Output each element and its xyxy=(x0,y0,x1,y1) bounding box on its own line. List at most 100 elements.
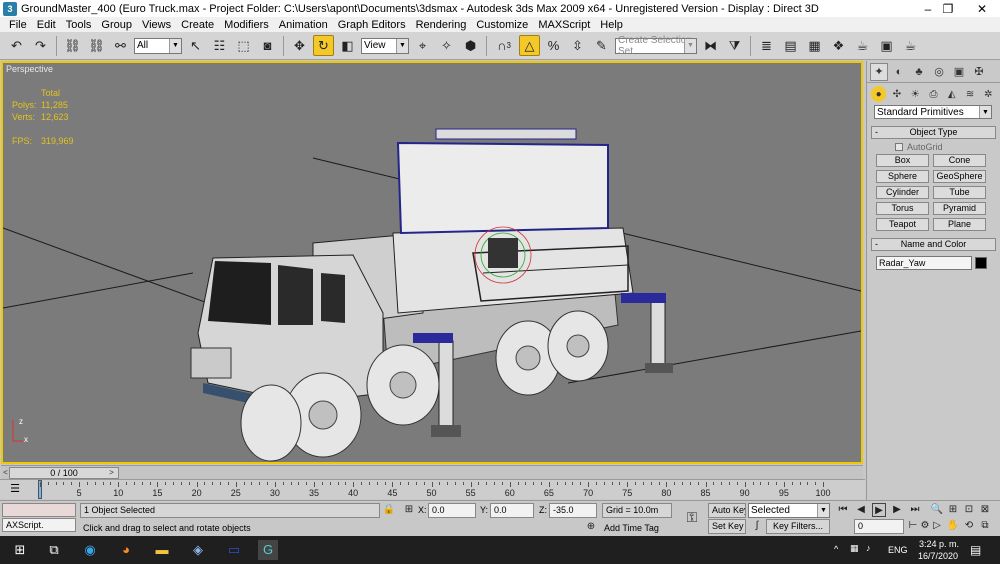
network-icon[interactable]: ▦ xyxy=(850,543,859,554)
menu-create[interactable]: Create xyxy=(176,19,219,31)
select-object-icon[interactable]: ↖ xyxy=(185,35,206,56)
menu-views[interactable]: Views xyxy=(137,19,176,31)
bind-space-warp-icon[interactable]: ⚯ xyxy=(110,35,131,56)
maximize-viewport-icon[interactable]: ⧉ xyxy=(978,519,992,533)
render-setup-icon[interactable]: ☕ xyxy=(852,35,873,56)
selection-filter-dropdown[interactable]: All ▼ xyxy=(134,37,182,54)
helpers-icon[interactable]: ◭ xyxy=(944,86,959,102)
plane-button[interactable]: Plane xyxy=(933,218,986,231)
systems-icon[interactable]: ✲ xyxy=(981,86,996,102)
current-frame-field[interactable]: 0 xyxy=(854,519,904,534)
menu-edit[interactable]: Edit xyxy=(32,19,61,31)
cylinder-button[interactable]: Cylinder xyxy=(876,186,929,199)
clock-date[interactable]: 16/7/2020 xyxy=(918,551,958,561)
go-to-end-icon[interactable]: ⏭ xyxy=(908,503,922,517)
object-name-field[interactable]: Radar_Yaw xyxy=(876,256,972,270)
next-frame-icon[interactable]: ▶ xyxy=(890,503,904,517)
menu-file[interactable]: File xyxy=(4,19,32,31)
percent-snap-icon[interactable]: % xyxy=(543,35,564,56)
select-rotate-icon[interactable]: ↻ xyxy=(313,35,334,56)
mini-curve-editor-icon[interactable]: ☰ xyxy=(6,482,24,496)
maximize-button[interactable]: ❐ xyxy=(930,0,966,17)
display-tab-icon[interactable]: ▣ xyxy=(950,63,968,81)
zoom-all-icon[interactable]: ⊞ xyxy=(946,503,960,517)
app-icon[interactable]: ▭ xyxy=(224,540,244,560)
menu-rendering[interactable]: Rendering xyxy=(411,19,472,31)
edit-named-selection-icon[interactable]: ✎ xyxy=(591,35,612,56)
angle-snap-icon[interactable]: △ xyxy=(519,35,540,56)
close-button[interactable]: ✕ xyxy=(964,0,1000,17)
layer-manager-icon[interactable]: ≣ xyxy=(756,35,777,56)
named-selection-set-field[interactable]: Create Selection Set ▼ xyxy=(615,35,697,57)
spinner-snap-icon[interactable]: ⇳ xyxy=(567,35,588,56)
select-by-name-icon[interactable]: ☷ xyxy=(209,35,230,56)
autogrid-checkbox[interactable]: AutoGrid xyxy=(895,142,1000,152)
snap-toggle-icon[interactable]: ∩ 3 xyxy=(492,35,516,56)
link-icon[interactable]: ⛓ xyxy=(62,35,83,56)
pan-icon[interactable]: ✋ xyxy=(946,519,960,533)
viewport-label[interactable]: Perspective xyxy=(6,64,53,74)
3ds-max-icon[interactable]: 3 xyxy=(3,1,17,16)
absolute-mode-icon[interactable]: ⊞ xyxy=(402,503,416,517)
menu-modifiers[interactable]: Modifiers xyxy=(219,19,274,31)
zoom-icon[interactable]: 🔍 xyxy=(930,503,944,517)
shapes-icon[interactable]: ✣ xyxy=(889,86,904,102)
select-move-icon[interactable]: ✥ xyxy=(289,35,310,56)
task-view-icon[interactable]: ⧉ xyxy=(44,540,64,560)
perspective-viewport[interactable]: Perspective Total Polys: 11,285 Verts: 1… xyxy=(1,61,863,464)
pivot-center-icon[interactable]: ⌖ xyxy=(412,35,433,56)
space-warps-icon[interactable]: ≋ xyxy=(962,86,977,102)
hierarchy-tab-icon[interactable]: ♣ xyxy=(910,63,928,81)
zoom-extents-icon[interactable]: ⊡ xyxy=(962,503,976,517)
previous-frame-icon[interactable]: ◀ xyxy=(854,503,868,517)
unlink-icon[interactable]: ⛓ xyxy=(86,35,107,56)
geosphere-button[interactable]: GeoSphere xyxy=(933,170,986,183)
name-and-color-rollout[interactable]: - Name and Color xyxy=(871,238,996,251)
align-icon[interactable]: ⧩ xyxy=(724,35,745,56)
x-coordinate-field[interactable]: 0.0 xyxy=(428,503,476,518)
pyramid-button[interactable]: Pyramid xyxy=(933,202,986,215)
object-color-swatch[interactable] xyxy=(975,257,987,269)
add-time-tag-button[interactable]: Add Time Tag xyxy=(604,523,659,533)
create-tab-icon[interactable]: ✦ xyxy=(870,62,888,81)
quick-render-icon[interactable]: ☕ xyxy=(900,35,921,56)
mirror-icon[interactable]: ⧓ xyxy=(700,35,721,56)
scene-render[interactable] xyxy=(3,63,861,462)
torus-button[interactable]: Torus xyxy=(876,202,929,215)
clock-time[interactable]: 3:24 p. m. xyxy=(919,539,959,549)
cone-button[interactable]: Cone xyxy=(933,154,986,167)
windows-start-icon[interactable]: ⊞ xyxy=(10,540,30,560)
primitive-category-dropdown[interactable]: Standard Primitives ▼ xyxy=(874,105,992,119)
orbit-icon[interactable]: ⟲ xyxy=(962,519,976,533)
field-of-view-icon[interactable]: ▷ xyxy=(930,519,944,533)
reference-coordinate-dropdown[interactable]: View ▼ xyxy=(361,37,409,54)
z-coordinate-field[interactable]: -35.0 xyxy=(549,503,597,518)
menu-graph-editors[interactable]: Graph Editors xyxy=(333,19,411,31)
zoom-extents-all-icon[interactable]: ⊠ xyxy=(978,503,992,517)
cameras-icon[interactable]: ⎙ xyxy=(926,86,941,102)
schematic-view-icon[interactable]: ▦ xyxy=(804,35,825,56)
lights-icon[interactable]: ☀ xyxy=(908,86,923,102)
truck-model[interactable] xyxy=(190,128,673,462)
maxscript-mini-listener-top[interactable] xyxy=(2,503,76,517)
object-type-rollout[interactable]: - Object Type xyxy=(871,126,996,139)
language-indicator[interactable]: ENG xyxy=(888,545,908,555)
sphere-button[interactable]: Sphere xyxy=(876,170,929,183)
show-hidden-icons-icon[interactable]: ^ xyxy=(834,544,838,554)
app-icon[interactable]: ◈ xyxy=(188,540,208,560)
menu-animation[interactable]: Animation xyxy=(274,19,333,31)
maxscript-mini-listener[interactable]: AXScript. xyxy=(2,518,76,532)
default-tangent-icon[interactable]: ∫ xyxy=(750,519,764,533)
time-slider-handle[interactable]: 0 / 100 xyxy=(9,467,119,479)
menu-tools[interactable]: Tools xyxy=(61,19,97,31)
utilities-tab-icon[interactable]: ✠ xyxy=(970,63,988,81)
redo-icon[interactable]: ↷ xyxy=(30,35,51,56)
undo-icon[interactable]: ↶ xyxy=(6,35,27,56)
manipulate-icon[interactable]: ✧ xyxy=(436,35,457,56)
volume-icon[interactable]: ♪ xyxy=(866,543,871,553)
keyboard-shortcut-icon[interactable]: ⬢ xyxy=(460,35,481,56)
key-icon[interactable]: ⚿ xyxy=(682,510,702,524)
3ds-max-taskbar-icon[interactable]: G xyxy=(258,540,278,560)
geometry-icon[interactable]: ● xyxy=(871,86,887,102)
curve-editor-icon[interactable]: ▤ xyxy=(780,35,801,56)
